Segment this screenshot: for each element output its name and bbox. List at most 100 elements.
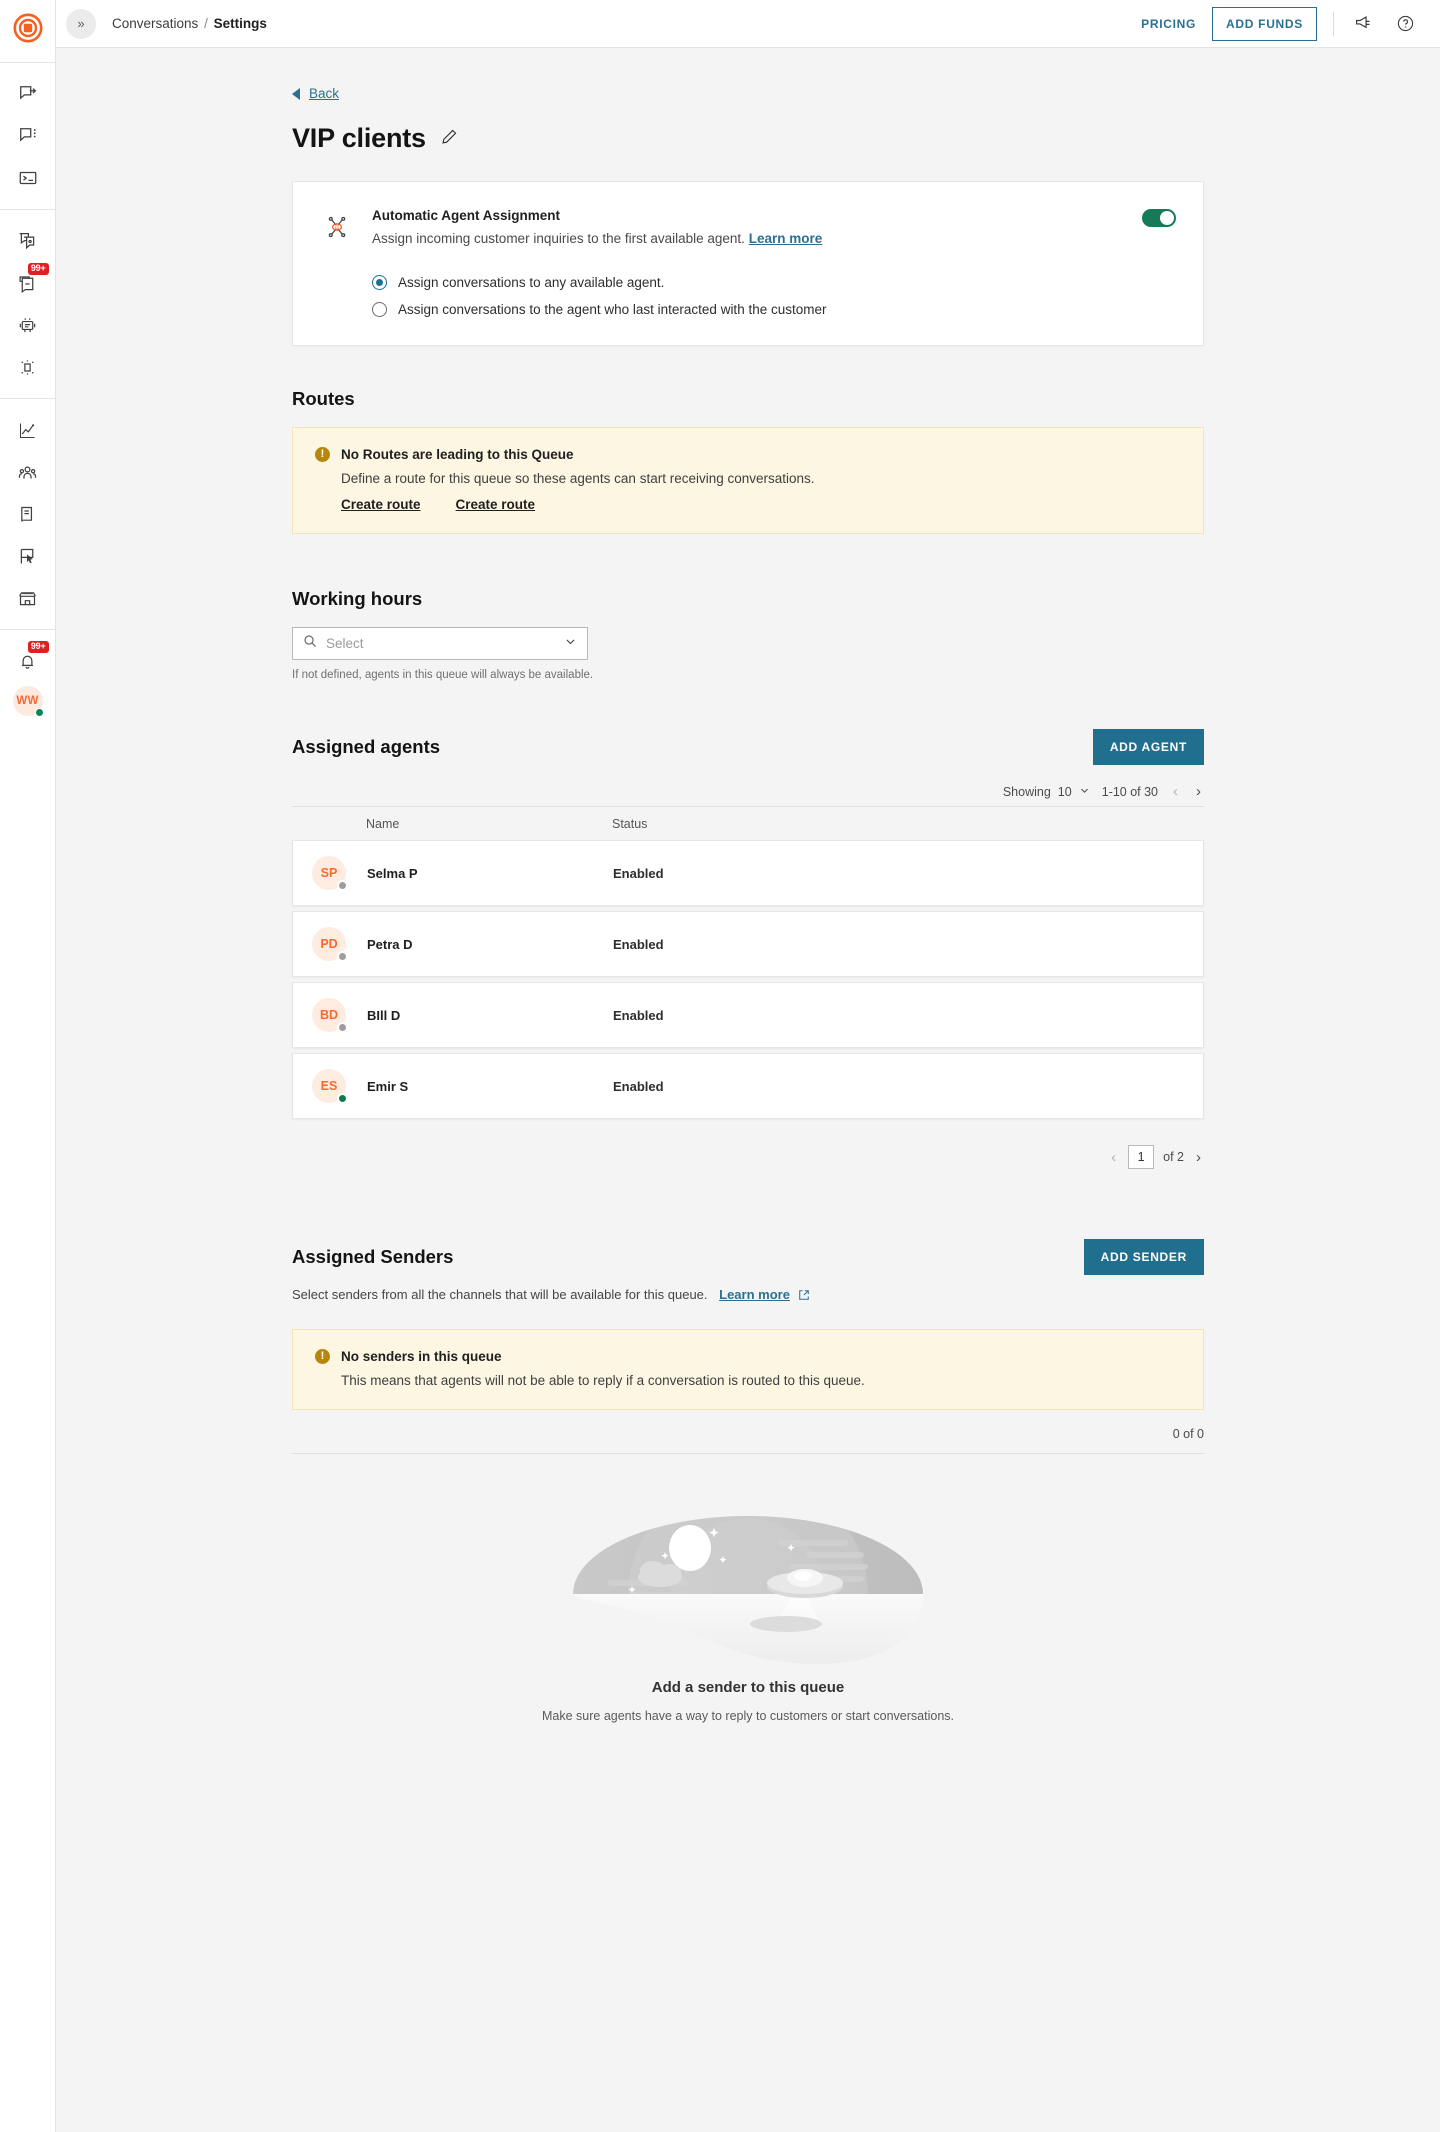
back-triangle-icon — [292, 87, 300, 100]
table-row[interactable]: PD Petra D Enabled — [292, 911, 1204, 977]
robot-icon[interactable] — [8, 304, 48, 346]
book-icon[interactable] — [8, 493, 48, 535]
avatar-initials: WW — [16, 695, 39, 707]
storefront-icon[interactable] — [8, 577, 48, 619]
top-bar: » Conversations / Settings PRICING ADD F… — [56, 0, 1440, 48]
radio-icon — [372, 275, 387, 290]
avatar-initials: ES — [320, 1079, 338, 1093]
main-region: » Conversations / Settings PRICING ADD F… — [56, 0, 1440, 2132]
add-funds-button[interactable]: ADD FUNDS — [1212, 6, 1317, 41]
aa-header-row: o Automatic Agent Assignment Assign inco… — [320, 208, 1176, 249]
terminal-icon[interactable] — [8, 157, 48, 199]
breadcrumb-root[interactable]: Conversations — [112, 16, 198, 31]
assigned-agents-heading: Assigned agents — [292, 736, 441, 757]
add-sender-button[interactable]: ADD SENDER — [1083, 1239, 1204, 1275]
create-route-link-1[interactable]: Create route — [341, 497, 421, 512]
analytics-chart-icon[interactable] — [8, 409, 48, 451]
conversation-forward-icon[interactable] — [8, 73, 48, 115]
rail-group-tools: 99+ — [0, 220, 55, 388]
working-hours-heading: Working hours — [292, 588, 423, 609]
radio-icon — [372, 302, 387, 317]
aa-description: Assign incoming customer inquiries to th… — [372, 230, 822, 248]
learn-more-link[interactable]: Learn more — [719, 1287, 790, 1302]
routes-warning-header: ! No Routes are leading to this Queue — [315, 447, 1181, 462]
routes-warning-links: Create route Create route — [341, 497, 1181, 512]
inbox-archive-icon[interactable]: 99+ — [8, 262, 49, 304]
working-hours-note: If not defined, agents in this queue wil… — [292, 669, 594, 681]
agents-pagination-top: Showing 10 1-10 of 30 ‹ › — [292, 783, 1204, 800]
table-row[interactable]: ES Emir S Enabled — [292, 1053, 1204, 1119]
megaphone-icon[interactable] — [1350, 11, 1376, 37]
rail-divider — [0, 629, 55, 630]
flag-cursor-icon[interactable] — [8, 535, 48, 577]
assigned-senders-description-text: Select senders from all the channels tha… — [292, 1287, 708, 1302]
back-label: Back — [309, 86, 340, 101]
agent-routing-icon: o — [320, 208, 354, 249]
brand-target-logo[interactable] — [10, 10, 46, 46]
working-hours-select[interactable]: Select — [292, 627, 588, 660]
rail-group-user: 99+ WW — [0, 640, 55, 717]
next-page-icon[interactable]: › — [1193, 783, 1204, 800]
showing-label: Showing — [1002, 784, 1051, 799]
avatar: BD — [312, 998, 348, 1033]
pencil-edit-icon[interactable] — [441, 128, 458, 150]
rail-divider — [0, 62, 55, 63]
radio-option-last-agent[interactable]: Assign conversations to the agent who la… — [372, 302, 1176, 317]
contacts-group-icon[interactable] — [8, 451, 48, 493]
exclamation-circle-icon: ! — [315, 1349, 330, 1364]
assignment-options: Assign conversations to any available ag… — [372, 275, 1176, 317]
presence-dot-icon — [337, 1022, 348, 1033]
routes-heading: Routes — [292, 388, 355, 409]
external-link-icon[interactable] — [798, 1289, 810, 1304]
prev-page-icon[interactable]: ‹ — [1170, 783, 1181, 800]
radio-label: Assign conversations to the agent who la… — [398, 302, 827, 317]
avatar: PD — [312, 927, 348, 962]
table-row[interactable]: BD BIll D Enabled — [292, 982, 1204, 1048]
page-title: VIP clients — [292, 123, 426, 153]
pricing-link[interactable]: PRICING — [1141, 17, 1196, 31]
rail-badge: 99+ — [27, 641, 49, 653]
exclamation-circle-icon: ! — [315, 447, 330, 462]
svg-text:o: o — [335, 224, 339, 231]
page-size-value: 10 — [1057, 784, 1072, 799]
toggle-knob — [1160, 211, 1174, 225]
breadcrumb-separator: / — [204, 16, 208, 31]
add-agent-button[interactable]: ADD AGENT — [1092, 729, 1204, 765]
next-page-icon[interactable]: › — [1193, 1149, 1204, 1166]
working-hours-placeholder: Select — [326, 636, 364, 651]
presence-dot-icon — [337, 1093, 348, 1104]
senders-warning-box: ! No senders in this queue This means th… — [292, 1329, 1204, 1410]
automatic-agent-assignment-card: o Automatic Agent Assignment Assign inco… — [292, 181, 1204, 346]
table-row[interactable]: SP Selma P Enabled — [292, 840, 1204, 906]
learn-more-link[interactable]: Learn more — [749, 231, 823, 246]
help-circle-icon[interactable] — [1392, 11, 1418, 37]
routes-warning-body: Define a route for this queue so these a… — [341, 471, 815, 486]
page-number-input[interactable]: 1 — [1128, 1145, 1155, 1169]
settings-page: Back VIP clients o Automatic Agent Assig… — [292, 48, 1204, 1763]
bell-notification-icon[interactable]: 99+ — [8, 640, 49, 682]
working-hours-section: Working hours Select If not defined, age… — [292, 588, 1204, 681]
content-scroll-area[interactable]: Back VIP clients o Automatic Agent Assig… — [56, 48, 1440, 2132]
aa-description-text: Assign incoming customer inquiries to th… — [372, 231, 745, 246]
back-button[interactable]: Back — [292, 86, 1204, 101]
prev-page-icon[interactable]: ‹ — [1108, 1149, 1119, 1166]
rail-divider — [0, 209, 55, 210]
chevron-double-right-icon[interactable]: » — [66, 8, 96, 39]
conversation-more-icon[interactable] — [8, 115, 48, 157]
senders-count-label: 0 of 0 — [1172, 1427, 1204, 1441]
create-route-link-2[interactable]: Create route — [456, 497, 536, 512]
senders-warning-header: ! No senders in this queue — [315, 1349, 1181, 1364]
avatar: ES — [312, 1069, 348, 1104]
radio-option-any-agent[interactable]: Assign conversations to any available ag… — [372, 275, 1176, 290]
column-header-status: Status — [612, 817, 648, 831]
avatar[interactable]: WW — [12, 686, 44, 717]
assigned-senders-header: Assigned Senders ADD SENDER — [292, 1239, 1204, 1275]
auto-assign-toggle[interactable] — [1142, 209, 1176, 227]
page-size-selector[interactable]: Showing 10 — [1003, 785, 1090, 799]
copy-conversation-icon[interactable] — [8, 220, 48, 262]
routes-warning-box: ! No Routes are leading to this Queue De… — [292, 427, 1204, 534]
agents-pagination-bottom: ‹ 1 of 2 › — [292, 1145, 1204, 1169]
avatar-initials: SP — [320, 866, 338, 880]
senders-empty-state: Add a sender to this queue Make sure age… — [292, 1453, 1204, 1763]
sparkle-box-icon[interactable] — [8, 346, 48, 388]
